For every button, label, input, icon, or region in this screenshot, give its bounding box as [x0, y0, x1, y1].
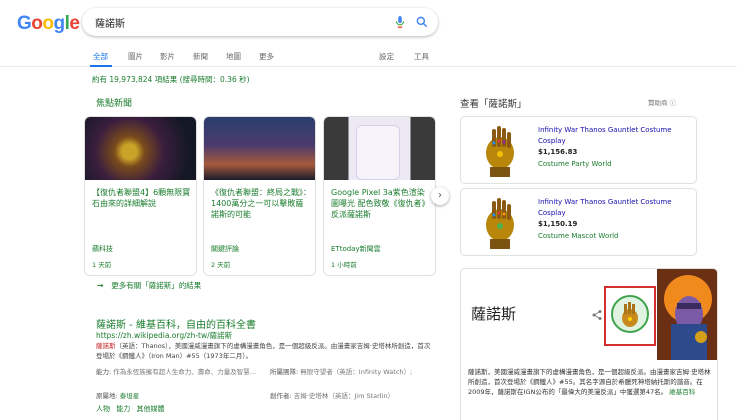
- search-tabs: 全部 圖片 影片 新聞 地圖 更多 設定 工具: [0, 45, 737, 67]
- arrow-right-icon: →: [97, 281, 104, 290]
- chevron-right-icon: ›: [438, 190, 442, 201]
- result-url: https://zh.wikipedia.org/zh-tw/薩諾斯: [96, 331, 233, 340]
- news-card[interactable]: Google Pixel 3a紫色渲染圖曝光 配色致敬《復仇者》反派薩諾斯 ET…: [323, 116, 436, 276]
- tab-maps[interactable]: 地圖: [226, 51, 241, 62]
- ad-store: Costume Mascot World: [538, 232, 619, 240]
- news-source: 關鍵評論: [211, 245, 239, 253]
- meta-value: 作為永恆族擁有超人生命力、壽命、力量及智慧...: [113, 368, 256, 376]
- news-time: 2 天前: [211, 261, 231, 269]
- info-icon: ⓘ: [669, 99, 677, 107]
- tab-images[interactable]: 圖片: [128, 51, 143, 62]
- tab-all[interactable]: 全部: [93, 51, 108, 62]
- ad-title[interactable]: Infinity War Thanos Gauntlet Costume Cos…: [538, 197, 688, 219]
- meta-value: 吉姆·史塔林（英語：Jim Starlin）: [293, 392, 395, 400]
- snippet-text: （英語：Thanos），美國漫威漫畫旗下的虛構漫畫角色，是一個超級反派。由漫畫家…: [96, 342, 431, 360]
- news-thumbnail: [324, 117, 435, 180]
- result-sublinks: 人物 能力 其他媒體: [96, 404, 168, 414]
- tab-videos[interactable]: 影片: [160, 51, 175, 62]
- meta-team: 所屬團隊: 無限守望者（英語：Infinity Watch）;: [270, 366, 412, 376]
- tab-tools[interactable]: 工具: [414, 51, 429, 62]
- ad-price: $1,150.19: [538, 220, 578, 228]
- microphone-icon[interactable]: [393, 15, 407, 29]
- search-box[interactable]: [82, 8, 438, 36]
- thanos-image[interactable]: [657, 269, 718, 360]
- meta-label: 創作者:: [270, 392, 292, 400]
- meta-creator: 創作者: 吉姆·史塔林（英語：Jim Starlin）: [270, 390, 394, 400]
- google-logo-text: Google: [17, 13, 80, 34]
- carousel-next-button[interactable]: ›: [431, 187, 449, 205]
- more-news-label: 更多有關「薩諾斯」的結果: [111, 281, 202, 290]
- sublink[interactable]: 能力: [116, 405, 130, 413]
- meta-label: 能力:: [96, 368, 112, 376]
- news-source: 蘋科技: [92, 245, 113, 253]
- share-icon[interactable]: [591, 309, 603, 321]
- top-stories-title: 焦點新聞: [96, 99, 133, 109]
- tab-news[interactable]: 新聞: [193, 51, 208, 62]
- more-news-link[interactable]: → 更多有關「薩諾斯」的結果: [97, 280, 201, 291]
- kp-description: 薩諾斯，美國漫威漫畫旗下的虛構漫畫角色，是一個超級反派。由漫畫家吉姆·史塔林所創…: [468, 367, 714, 397]
- shopping-ad[interactable]: Infinity War Thanos Gauntlet Costume Cos…: [460, 188, 697, 256]
- shopping-title: 查看「薩諾斯」: [460, 99, 527, 110]
- news-source: ETtoday新聞雲: [331, 245, 381, 253]
- meta-species: 原屬地: 泰坦星: [96, 390, 139, 400]
- meta-value: 無限守望者（英語：Infinity Watch）;: [300, 368, 413, 376]
- meta-value[interactable]: 泰坦星: [120, 392, 140, 400]
- news-card[interactable]: 【復仇者聯盟4】6顆無限寶石由來的詳細解說 蘋科技 1 天前: [84, 116, 197, 276]
- meta-label: 所屬團隊:: [270, 368, 299, 376]
- meta-abilities: 能力: 作為永恆族擁有超人生命力、壽命、力量及智慧...: [96, 366, 256, 376]
- sublink[interactable]: 人物: [96, 405, 110, 413]
- news-title[interactable]: 【復仇者聯盟4】6顆無限寶石由來的詳細解說: [92, 187, 192, 209]
- knowledge-panel: 薩諾斯 薩諾斯，美國漫威漫畫旗下的虛構漫畫角色，是一個超級反派。由漫畫家吉姆·史…: [460, 268, 718, 420]
- sponsored-label[interactable]: 贊助商 ⓘ: [648, 97, 676, 107]
- sublink[interactable]: 其他媒體: [136, 405, 164, 413]
- gauntlet-image: [486, 126, 514, 177]
- news-title[interactable]: 《復仇者聯盟：終局之戰》：1400萬分之一可以擊敗薩諾斯的可能: [211, 187, 311, 220]
- phone-shape: [356, 125, 400, 180]
- sponsored-text: 贊助商: [648, 99, 668, 107]
- result-snippet: 薩諾斯（英語：Thanos），美國漫威漫畫旗下的虛構漫畫角色，是一個超級反派。由…: [96, 341, 436, 361]
- gauntlet-image: [486, 198, 514, 249]
- news-thumbnail: [85, 117, 196, 180]
- active-tab-underline: [90, 65, 112, 67]
- result-stats: 約有 19,973,824 項結果 (搜尋時間：0.36 秒): [92, 75, 250, 84]
- news-thumbnail: [204, 117, 315, 180]
- highlight-box[interactable]: [604, 286, 656, 346]
- tab-settings[interactable]: 設定: [379, 51, 394, 62]
- news-title[interactable]: Google Pixel 3a紫色渲染圖曝光 配色致敬《復仇者》反派薩諾斯: [331, 187, 431, 220]
- shopping-ad[interactable]: Infinity War Thanos Gauntlet Costume Cos…: [460, 116, 697, 184]
- search-input[interactable]: [95, 14, 385, 30]
- gauntlet-image: [611, 295, 649, 333]
- kp-title: 薩諾斯: [471, 305, 517, 323]
- meta-label: 原屬地:: [96, 392, 118, 400]
- google-logo[interactable]: Google: [17, 13, 80, 35]
- news-time: 1 天前: [92, 261, 112, 269]
- news-time: 1 小時前: [331, 261, 357, 269]
- kp-source-link[interactable]: 維基百科: [669, 388, 695, 396]
- ad-store: Costume Party World: [538, 160, 612, 168]
- news-card[interactable]: 《復仇者聯盟：終局之戰》：1400萬分之一可以擊敗薩諾斯的可能 關鍵評論 2 天…: [203, 116, 316, 276]
- tab-more[interactable]: 更多: [259, 51, 274, 62]
- result-title-link[interactable]: 薩諾斯 - 維基百科，自由的百科全書: [96, 316, 256, 331]
- ad-price: $1,156.83: [538, 148, 578, 156]
- snippet-highlight: 薩諾斯: [96, 342, 116, 350]
- ad-title[interactable]: Infinity War Thanos Gauntlet Costume Cos…: [538, 125, 688, 147]
- search-icon[interactable]: [415, 15, 429, 29]
